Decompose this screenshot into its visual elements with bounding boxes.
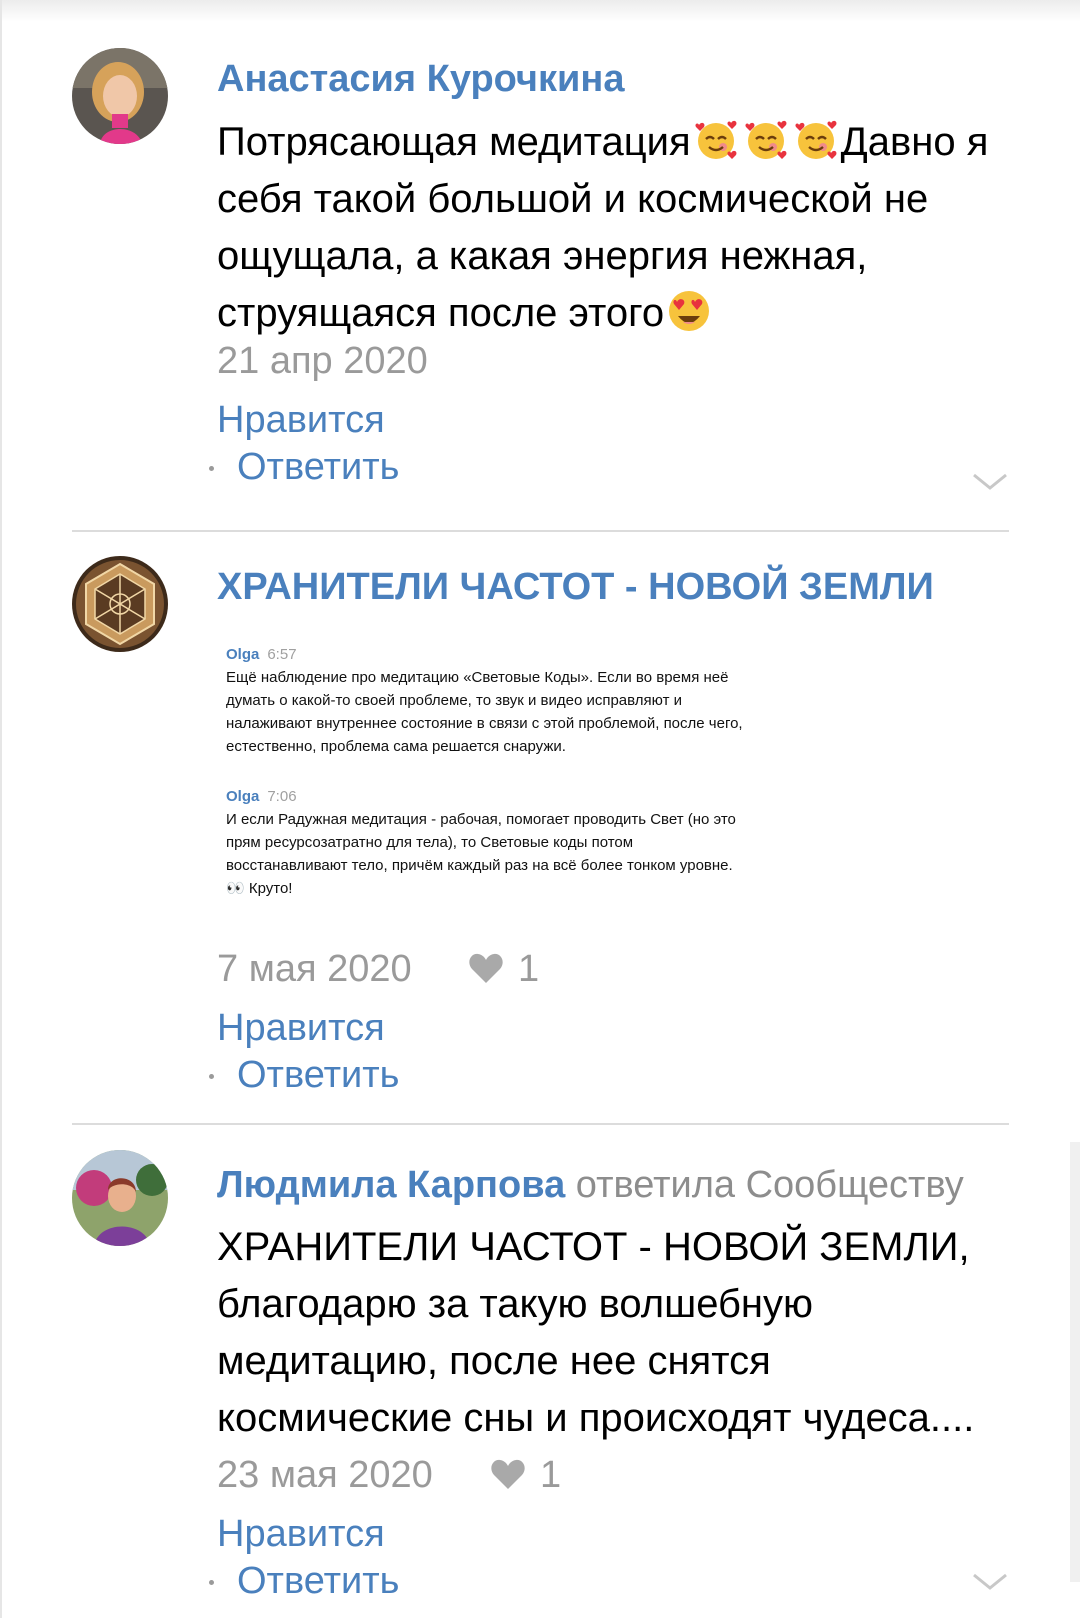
separator-dot [209,466,214,471]
like-count[interactable]: 1 [468,948,539,991]
separator-dot [209,1074,214,1079]
comment-text: Потрясающая медитация Давно я себя такой … [217,114,1017,342]
divider [72,1123,1009,1125]
comment-date: 23 мая 2020 [217,1454,433,1496]
reply-button[interactable]: Ответить [237,446,399,489]
divider [72,530,1009,532]
chat-time: 7:06 [267,788,297,805]
comment-author-line: Людмила Карпова ответила Сообществу [217,1164,964,1207]
like-button[interactable]: Нравится [217,399,385,442]
like-count[interactable]: 1 [490,1454,561,1497]
comment-text: ХРАНИТЕЛИ ЧАСТОТ - НОВОЙ ЗЕМЛИ, благодар… [217,1225,975,1440]
chevron-down-icon[interactable] [972,1572,1008,1592]
separator-dot [209,1580,214,1585]
like-count-value: 1 [518,948,540,990]
avatar[interactable] [72,1150,168,1246]
comment-author[interactable]: Анастасия Курочкина [217,58,624,101]
chat-sender: Olga [226,788,260,805]
reply-button[interactable]: Ответить [237,1054,399,1097]
comment-date: 7 мая 2020 [217,948,412,990]
chat-message: Olga 6:57 Ещё наблюдение про медитацию «С… [226,644,746,758]
comment-text-start: Потрясающая медитация [217,120,691,164]
heart-eyes-icon [666,288,712,334]
comment-date: 21 апр 2020 [217,340,428,382]
chat-sender: Olga [226,646,260,663]
community-avatar[interactable] [72,556,168,652]
like-button[interactable]: Нравится [217,1513,385,1556]
left-edge [0,0,2,1618]
chat-message: Olga 7:06 И если Радужная медитация - раб… [226,786,746,900]
comment-author[interactable]: ХРАНИТЕЛИ ЧАСТОТ - НОВОЙ ЗЕМЛИ [217,566,934,609]
attached-screenshot[interactable]: Olga 6:57 Ещё наблюдение про медитацию «С… [226,644,746,928]
like-button[interactable]: Нравится [217,1007,385,1050]
reply-context[interactable]: ответила Сообществу [576,1164,964,1206]
comment-author[interactable]: Людмила Карпова [217,1164,565,1206]
chat-text: И если Радужная медитация - рабочая, пом… [226,811,736,897]
reply-button[interactable]: Ответить [237,1560,399,1603]
chat-text: Ещё наблюдение про медитацию «Световые К… [226,669,743,755]
like-count-value: 1 [540,1454,562,1496]
chat-time: 6:57 [267,646,297,663]
top-shadow [0,0,1080,22]
heart-icon [469,953,503,983]
chevron-down-icon[interactable] [972,472,1008,492]
smiling-face-with-hearts-icon [693,117,739,163]
smiling-face-with-hearts-icon [743,117,789,163]
smiling-face-with-hearts-icon [793,117,839,163]
avatar[interactable] [72,48,168,144]
heart-icon [491,1459,525,1489]
scrollbar[interactable] [1070,1142,1080,1582]
